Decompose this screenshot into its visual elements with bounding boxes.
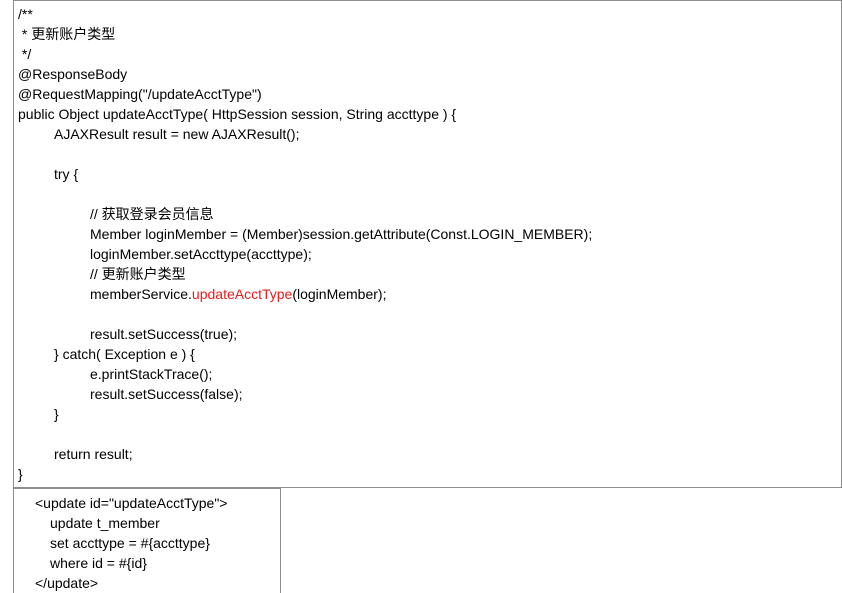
xml-where-clause: where id = #{id} (50, 555, 147, 571)
set-accttype: loginMember.setAccttype(accttype); (90, 246, 312, 262)
catch-block-close: } (54, 406, 59, 422)
set-success-false: result.setSuccess(false); (90, 386, 243, 402)
service-call: memberService.updateAcctType(loginMember… (90, 284, 386, 304)
result-declaration: AJAXResult result = new AJAXResult(); (54, 126, 300, 142)
service-call-prefix: memberService. (90, 286, 192, 302)
try-open: try { (54, 166, 79, 182)
service-call-args: (loginMember); (292, 286, 387, 302)
java-code-block: /** * 更新账户类型 */ @ResponseBody @RequestMa… (13, 0, 842, 488)
catch-block-open: } catch( Exception e ) { (54, 346, 195, 362)
comment-start: /** (18, 6, 33, 22)
comment-text: * 更新账户类型 (18, 26, 116, 42)
get-login-member: Member loginMember = (Member)session.get… (90, 226, 593, 242)
highlighted-method-name: updateAcctType (191, 286, 293, 302)
xml-set-clause: set accttype = #{accttype} (50, 535, 210, 551)
return-statement: return result; (54, 446, 133, 462)
xml-update-close: </update> (35, 575, 99, 591)
set-success-true: result.setSuccess(true); (90, 326, 238, 342)
print-stack-trace: e.printStackTrace(); (90, 366, 213, 382)
comment-end: */ (18, 46, 32, 62)
method-close: } (18, 466, 23, 482)
xml-update-table: update t_member (50, 515, 160, 531)
annotation-request-mapping: @RequestMapping("/updateAcctType") (18, 86, 262, 102)
comment-get-member: // 获取登录会员信息 (90, 206, 214, 222)
comment-update-type: // 更新账户类型 (90, 266, 186, 282)
xml-update-open: <update id="updateAcctType"> (35, 495, 228, 511)
method-signature: public Object updateAcctType( HttpSessio… (18, 106, 457, 122)
annotation-response-body: @ResponseBody (18, 66, 128, 82)
xml-code-block: <update id="updateAcctType"> update t_me… (13, 488, 281, 593)
